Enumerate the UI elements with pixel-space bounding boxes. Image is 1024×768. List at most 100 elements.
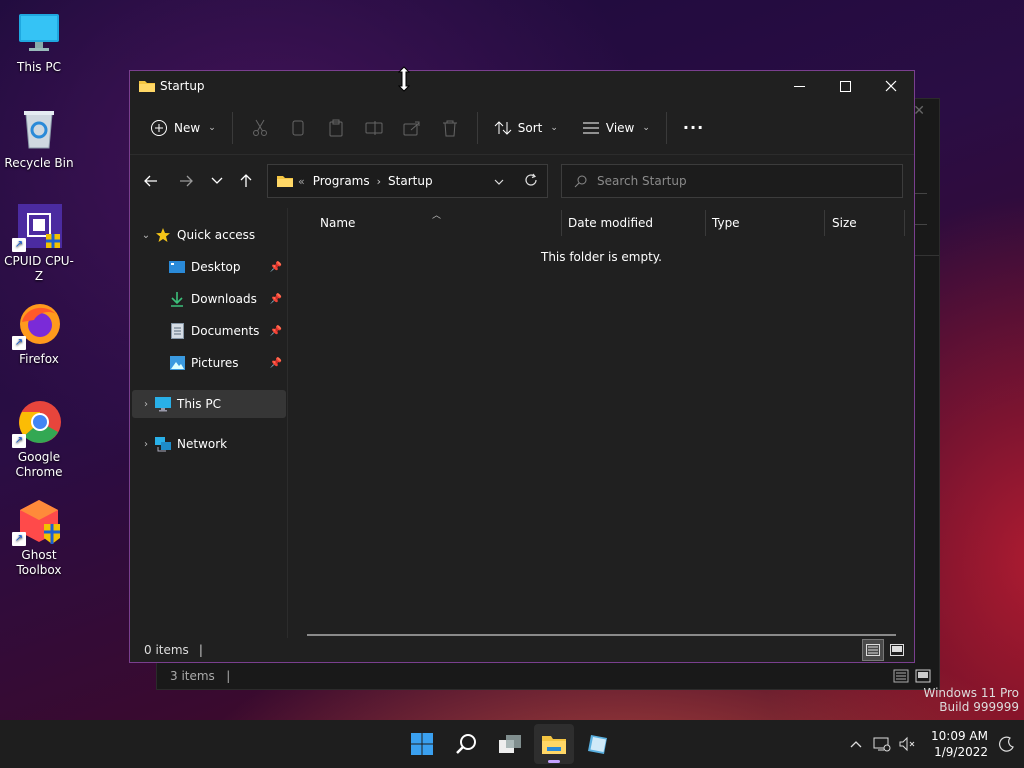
column-label: Type (712, 216, 740, 230)
new-button[interactable]: New ⌄ (142, 112, 224, 144)
address-history-button[interactable] (483, 174, 515, 188)
search-icon (456, 734, 476, 754)
sidebar-item-quick-access[interactable]: ⌄ Quick access (132, 221, 286, 249)
sidebar-item-this-pc[interactable]: › This PC (132, 390, 286, 418)
forward-button[interactable] (171, 166, 201, 196)
volume-button[interactable] (895, 736, 921, 752)
back-button[interactable] (136, 166, 166, 196)
pin-icon: 📌 (269, 325, 282, 337)
sort-arrows-icon (494, 120, 512, 135)
expand-chevron-icon[interactable]: ⌄ (138, 230, 154, 241)
expand-chevron-icon[interactable]: › (138, 439, 154, 450)
notepad-app-button[interactable] (578, 724, 618, 764)
close-icon (885, 80, 897, 92)
monitor-icon (154, 396, 172, 412)
desktop-icon-ghost-toolbox[interactable]: ↗ Ghost Toolbox (2, 498, 76, 578)
desktop-icon-chrome[interactable]: ↗ Google Chrome (2, 400, 76, 480)
breadcrumb-startup[interactable]: Startup (388, 174, 433, 188)
close-icon[interactable]: ✕ (913, 103, 925, 119)
windows-logo-icon (411, 733, 433, 755)
column-divider[interactable] (904, 210, 905, 236)
expand-chevron-icon[interactable]: › (138, 399, 154, 410)
close-button[interactable] (868, 71, 914, 101)
details-view-icon[interactable] (893, 669, 909, 683)
file-list[interactable]: ︿ Name Date modified Type Size This fold… (289, 208, 914, 638)
desktop-icon-this-pc[interactable]: This PC (2, 10, 76, 75)
breadcrumb-overflow[interactable]: « (298, 175, 305, 188)
search-icon (574, 175, 587, 187)
share-button[interactable] (393, 112, 431, 144)
chrome-icon: ↗ (12, 400, 62, 448)
navigation-pane: ⌄ Quick access Desktop 📌 Downloads 📌 Doc… (130, 208, 288, 638)
search-box[interactable] (561, 164, 903, 198)
refresh-button[interactable] (515, 173, 547, 190)
sidebar-item-network[interactable]: › Network (132, 430, 286, 458)
clock-time: 10:09 AM (931, 729, 988, 743)
background-window-edge (913, 193, 927, 225)
watermark-build: Build 999999 (939, 700, 1019, 714)
sidebar-item-desktop[interactable]: Desktop 📌 (132, 253, 286, 281)
column-header-name[interactable]: Name (312, 208, 562, 238)
column-header-date-modified[interactable]: Date modified (560, 208, 704, 238)
details-view-icon (866, 644, 880, 656)
chevron-right-icon[interactable]: › (377, 175, 381, 188)
view-toggle-group (862, 639, 908, 661)
paste-button[interactable] (317, 112, 355, 144)
minimize-button[interactable] (776, 71, 822, 101)
details-view-button[interactable] (862, 639, 884, 661)
clipboard-icon (329, 119, 343, 136)
desktop-icon-label: This PC (17, 60, 61, 74)
delete-button[interactable] (431, 112, 469, 144)
search-button[interactable] (446, 724, 486, 764)
search-input[interactable] (597, 174, 877, 188)
show-hidden-icons-button[interactable] (843, 740, 869, 748)
address-bar[interactable]: « Programs › Startup (267, 164, 548, 198)
view-button[interactable]: View ⌄ (574, 112, 658, 144)
title-bar[interactable]: Startup (130, 71, 914, 101)
copy-icon (292, 120, 304, 135)
firefox-icon: ↗ (12, 302, 62, 350)
tiles-view-button[interactable] (886, 639, 908, 661)
desktop-icon-recycle-bin[interactable]: Recycle Bin (2, 106, 76, 171)
folder-icon (277, 176, 293, 187)
breadcrumb-programs[interactable]: Programs (313, 174, 370, 188)
start-button[interactable] (402, 724, 442, 764)
status-item-count: 0 items (144, 643, 189, 657)
share-icon (403, 121, 420, 135)
explorer-window[interactable]: Startup New ⌄ Sort ⌄ View ⌄ ··· « Progra… (129, 70, 915, 663)
column-header-type[interactable]: Type (704, 208, 824, 238)
column-label: Size (832, 216, 857, 230)
maximize-icon (839, 80, 851, 92)
rename-button[interactable] (355, 112, 393, 144)
chevron-down-icon: ⌄ (208, 122, 216, 133)
desktop-icon-cpu-z[interactable]: ↗ CPUID CPU-Z (2, 204, 76, 284)
maximize-button[interactable] (822, 71, 868, 101)
pin-icon: 📌 (269, 261, 282, 273)
active-app-indicator (548, 760, 560, 763)
clock-date: 1/9/2022 (934, 745, 988, 759)
shortcut-arrow-icon: ↗ (12, 238, 26, 252)
sidebar-item-pictures[interactable]: Pictures 📌 (132, 349, 286, 377)
view-toggle-group (893, 669, 931, 683)
horizontal-scrollbar[interactable] (307, 634, 896, 636)
network-status-button[interactable] (869, 736, 895, 752)
arrow-right-icon (180, 175, 193, 187)
notifications-button[interactable] (994, 736, 1020, 752)
see-more-button[interactable]: ··· (675, 112, 712, 144)
up-button[interactable] (231, 166, 261, 196)
sort-button[interactable]: Sort ⌄ (486, 112, 566, 144)
task-view-button[interactable] (490, 724, 530, 764)
recent-locations-button[interactable] (202, 166, 232, 196)
sidebar-item-downloads[interactable]: Downloads 📌 (132, 285, 286, 313)
desktop-icon-firefox[interactable]: ↗ Firefox (2, 302, 76, 367)
sidebar-item-documents[interactable]: Documents 📌 (132, 317, 286, 345)
copy-button[interactable] (279, 112, 317, 144)
tiles-view-icon[interactable] (915, 669, 931, 683)
file-explorer-button[interactable] (534, 724, 574, 764)
sidebar-item-label: Pictures (191, 356, 239, 370)
clock[interactable]: 10:09 AM 1/9/2022 (931, 728, 988, 760)
cut-button[interactable] (241, 112, 279, 144)
chevron-down-icon (494, 179, 504, 185)
column-header-size[interactable]: Size (824, 208, 904, 238)
window-title: Startup (160, 79, 205, 93)
